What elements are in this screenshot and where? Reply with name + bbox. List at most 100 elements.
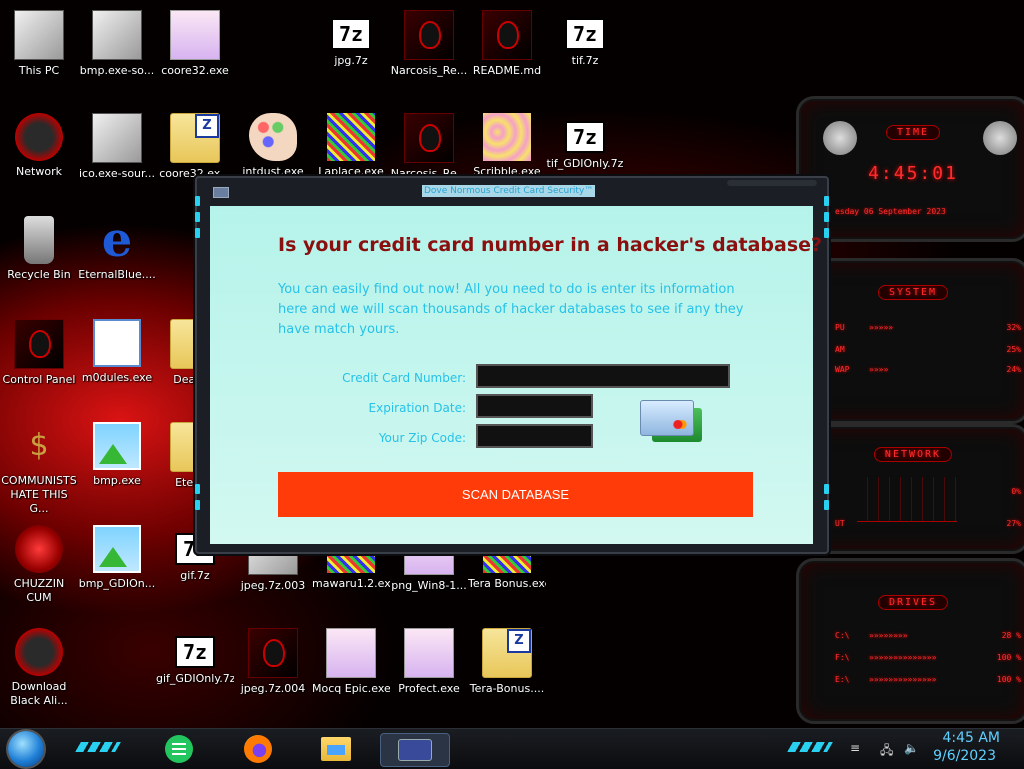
desktop-icon-m0dules[interactable]: m0dules.exe [78,319,156,385]
volume-icon[interactable]: 🔈 [904,741,919,755]
desktop-icon-bmp-exe[interactable]: bmp.exe [78,422,156,488]
frame-accent-left [195,484,200,494]
desktop-icon-label: EternalBlue.... [78,268,156,281]
dialog-title: Dove Normous Credit Card Security™ [422,185,596,197]
recycle-bin-icon [24,216,54,264]
anime-icon [326,628,376,678]
desktop-icon-bmp-exe-source[interactable]: bmp.exe-so... [78,10,156,78]
taskbar-app-credit-card[interactable] [380,733,450,767]
row-value: 24% [1006,365,1021,374]
desktop-icon-label: README.md [472,64,542,77]
desktop-icon-label: jpeg.7z.003 [240,579,306,592]
drive-row-c: C:\ »»»»»»»» 28 % [835,631,1021,640]
notes-lines [172,743,186,755]
row-value: 100 % [996,653,1021,662]
dialog-body: Is your credit card number in a hacker's… [210,206,822,544]
7z-archive-icon: 7z [331,18,371,50]
row-value: 28 % [1001,631,1021,640]
desktop-icon-label: Network [16,165,62,178]
row-label: UT [835,519,845,528]
tray-date[interactable]: 9/6/2023 [933,748,996,765]
desktop-icon-label: Control Panel [2,373,76,386]
taskbar-app-notes[interactable] [161,733,197,765]
title-bar-accent [727,180,817,186]
taskbar-app-firefox[interactable] [240,733,276,765]
expiration-date-label: Expiration Date: [368,401,466,415]
taskbar-app-file-explorer[interactable] [318,733,354,765]
desktop-icon-scribble[interactable]: Scribble.exe [468,113,546,179]
desktop-icon-narcosis-1[interactable]: Narcosis_Re... [390,10,468,78]
frame-accent-right [824,484,829,494]
alien-icon [404,113,454,163]
blue-card [640,400,694,436]
desktop-icon-jpg-7z[interactable]: 7z jpg.7z [312,10,390,68]
taskbar: 🖧 🔈 ≡ 4:45 AM 9/6/2023 [0,728,1024,769]
zip-code-label: Your Zip Code: [378,431,466,445]
desktop-icon-label: bmp_GDIOn... [78,577,156,590]
system-row-ram: AM 25% [835,345,1021,354]
desktop-icon-chuzzin[interactable]: CHUZZIN CUM [0,525,78,605]
anime-icon [170,10,220,60]
card-number-label: Credit Card Number: [342,371,466,385]
network-tray-icon[interactable]: 🖧 [880,741,893,762]
desktop-icon-network[interactable]: Network [0,113,78,179]
desktop-icon-label: Mocq Epic.exe [312,682,390,695]
desktop-icon-recycle-bin[interactable]: Recycle Bin [0,216,78,282]
frame-accent-right [824,228,829,238]
taskbar-accent [787,742,833,752]
alien-network-icon [15,628,63,676]
desktop-icon-tera-bonus-zip[interactable]: Z Tera-Bonus.... [468,628,546,696]
system-widget-title: SYSTEM [877,285,949,300]
desktop-icon-tif-gdionly[interactable]: 7z tif_GDIOnly.7z [546,113,624,171]
desktop-icon-jpeg-7z-004[interactable]: jpeg.7z.004 [234,628,312,696]
drive-row-e: E:\ »»»»»»»»»»»»»» 100 % [835,675,1021,684]
desktop-icon-laplace[interactable]: Laplace.exe [312,113,390,179]
zip-badge: Z [507,629,531,653]
desktop-icon-label: Tera Bonus.exe [468,577,546,590]
expiration-date-input[interactable] [476,394,593,418]
scan-database-button[interactable]: SCAN DATABASE [278,472,753,517]
tray-clock[interactable]: 4:45 AM [942,730,1000,747]
taskbar-accent [75,742,121,752]
row-label: WAP [835,365,850,374]
frame-accent-left [195,196,200,206]
desktop-icon-readme[interactable]: README.md [468,10,546,78]
zip-code-input[interactable] [476,424,593,448]
desktop-icon-communists[interactable]: $ COMMUNISTS HATE THIS G... [0,422,78,516]
system-row-cpu: PU »»»»» 32% [835,323,1021,332]
drives-widget: DRIVES C:\ »»»»»»»» 28 % F:\ »»»»»»»»»»»… [796,558,1024,724]
desktop-icon-this-pc[interactable]: This PC [0,10,78,78]
desktop-icon-coore32-exe[interactable]: coore32.exe [156,10,234,78]
scribble-icon [483,113,531,161]
desktop-icon-label: gif.7z [180,569,210,582]
tray-expand-icon[interactable]: ≡ [850,741,860,755]
7z-archive-icon: 7z [565,18,605,50]
desktop-icon-label: jpeg.7z.004 [240,682,306,695]
window-icon [93,319,141,367]
desktop-icon-mocq-epic[interactable]: Mocq Epic.exe [312,628,390,696]
desktop-icon-bmp-gdionly[interactable]: bmp_GDIOn... [78,525,156,591]
card-number-input[interactable] [476,364,730,388]
zip-folder-icon: Z [170,113,220,163]
desktop-icon-download-black-alien[interactable]: Download Black Ali... [0,628,78,708]
desktop-icon-label: Recycle Bin [7,268,71,281]
desktop-icon-coore32-zip[interactable]: Z coore32.ex... [156,113,234,181]
desktop-icon-tif-7z[interactable]: 7z tif.7z [546,10,624,68]
desktop-icon-profect[interactable]: Profect.exe [390,628,468,696]
bar-chevrons: »»»»» [869,323,894,332]
desktop-icon-gif-gdionly[interactable]: 7z gif_GDIOnly.7z [156,628,234,686]
start-button[interactable] [8,731,44,767]
desktop-icon-control-panel[interactable]: Control Panel [0,319,78,387]
desktop-icon-intdust[interactable]: intdust.exe [234,113,312,179]
desktop-icon-narcosis-2[interactable]: Narcosis_Re... [390,113,468,181]
alien-icon [823,121,857,155]
anime-icon [404,628,454,678]
system-row-swap: WAP »»»» 24% [835,365,1021,374]
desktop-icon-ico-exe-source[interactable]: ico.exe-sour... [78,113,156,181]
app-window-icon [213,187,229,198]
picture-icon [93,525,141,573]
desktop-icon-label: coore32.exe [161,64,229,77]
credit-card-app-icon [398,739,432,761]
desktop-icon-eternalblue[interactable]: e EternalBlue.... [78,216,156,282]
computer-icon [14,10,64,60]
